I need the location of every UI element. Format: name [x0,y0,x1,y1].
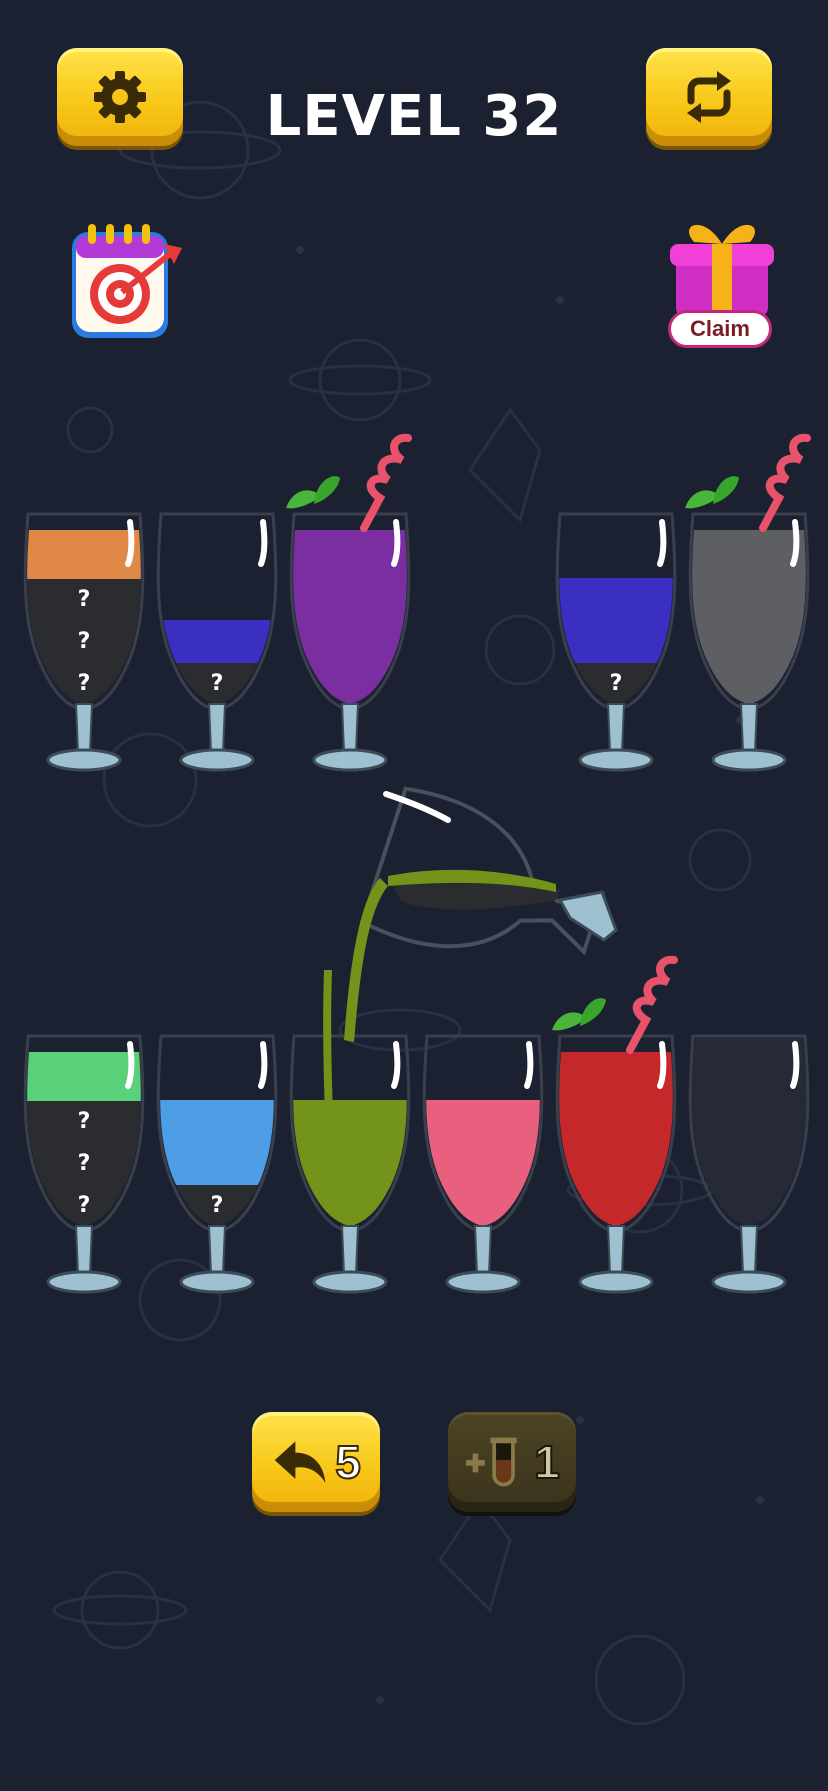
add-tube-count: 1 [533,1435,561,1489]
glass-graphic [685,433,811,772]
glass-stem [473,1225,493,1275]
liquid-layer-red [559,1184,673,1226]
unknown-mark: ? [78,1109,91,1134]
gift-box-icon[interactable] [664,214,780,318]
liquid-layer-purple [293,662,407,704]
claim-button[interactable]: Claim [668,310,772,348]
unknown-mark: ? [78,587,91,612]
glass-shine [125,519,135,567]
unknown-mark: ? [211,1193,224,1218]
undo-button[interactable]: 5 [252,1412,380,1512]
glass-base [312,748,388,772]
calendar-target-icon[interactable] [66,218,186,346]
glass-graphic: ??? [23,1034,145,1294]
glass-shine [790,519,800,567]
glass-shine [790,1041,800,1089]
glass-stem [74,703,94,753]
glass-stem [739,703,759,753]
liquid-layer-sky_blue [160,1100,274,1143]
glass-graphic [688,1034,810,1294]
glass-2[interactable]: ? [151,508,283,778]
glass-stem [340,1225,360,1275]
glass-6[interactable]: ??? [18,1030,150,1300]
liquid-layer-gray [692,578,806,621]
undo-arrow-icon [274,1441,326,1483]
add-tube-icon [466,1437,517,1487]
glass-shine [258,519,268,567]
glass-11[interactable] [683,1030,815,1300]
glass-graphic: ? [156,1034,278,1294]
glass-3[interactable] [284,433,416,778]
glass-4[interactable]: ? [550,508,682,778]
glass-graphic: ? [156,512,278,772]
liquid-layer-pink [426,1184,540,1226]
glass-stem [207,1225,227,1275]
glass-base [179,748,255,772]
glass-stem [74,1225,94,1275]
restart-button[interactable] [646,48,772,146]
glass-shine [125,1041,135,1089]
glass-base [578,748,654,772]
glass-base [578,1270,654,1294]
glass-base [445,1270,521,1294]
glass-base [711,1270,787,1294]
glass-shine [657,1041,667,1089]
glass-base [46,748,122,772]
glass-1[interactable]: ??? [18,508,150,778]
liquid-layer-gray [692,662,806,704]
glass-graphic: ? [555,512,677,772]
glass-shine [258,1041,268,1089]
glass-graphic: ??? [23,512,145,772]
unknown-mark: ? [78,1193,91,1218]
glass-stem [207,703,227,753]
glass-5[interactable] [683,433,815,778]
liquid-layer-purple [293,578,407,621]
glass-stem [606,1225,626,1275]
glass-stem [739,1225,759,1275]
glass-base [312,1270,388,1294]
glass-7[interactable]: ? [151,1030,283,1300]
add-tube-button[interactable]: 1 [448,1412,576,1512]
glass-base [711,748,787,772]
refresh-arrows-icon [687,71,731,123]
glass-shine [391,519,401,567]
liquid-layer-olive_green [293,1184,407,1226]
glass-stem [606,703,626,753]
unknown-mark: ? [78,629,91,654]
unknown-mark: ? [211,671,224,696]
unknown-mark: ? [78,1151,91,1176]
glass-graphic [286,433,412,772]
unknown-mark: ? [78,671,91,696]
liquid-layer-blue [559,578,673,621]
undo-count: 5 [334,1435,362,1489]
unknown-mark: ? [610,671,623,696]
glass-stem [340,703,360,753]
glass-base [179,1270,255,1294]
pouring-glass[interactable] [330,780,630,1110]
glass-shine [657,519,667,567]
glass-base [46,1270,122,1294]
